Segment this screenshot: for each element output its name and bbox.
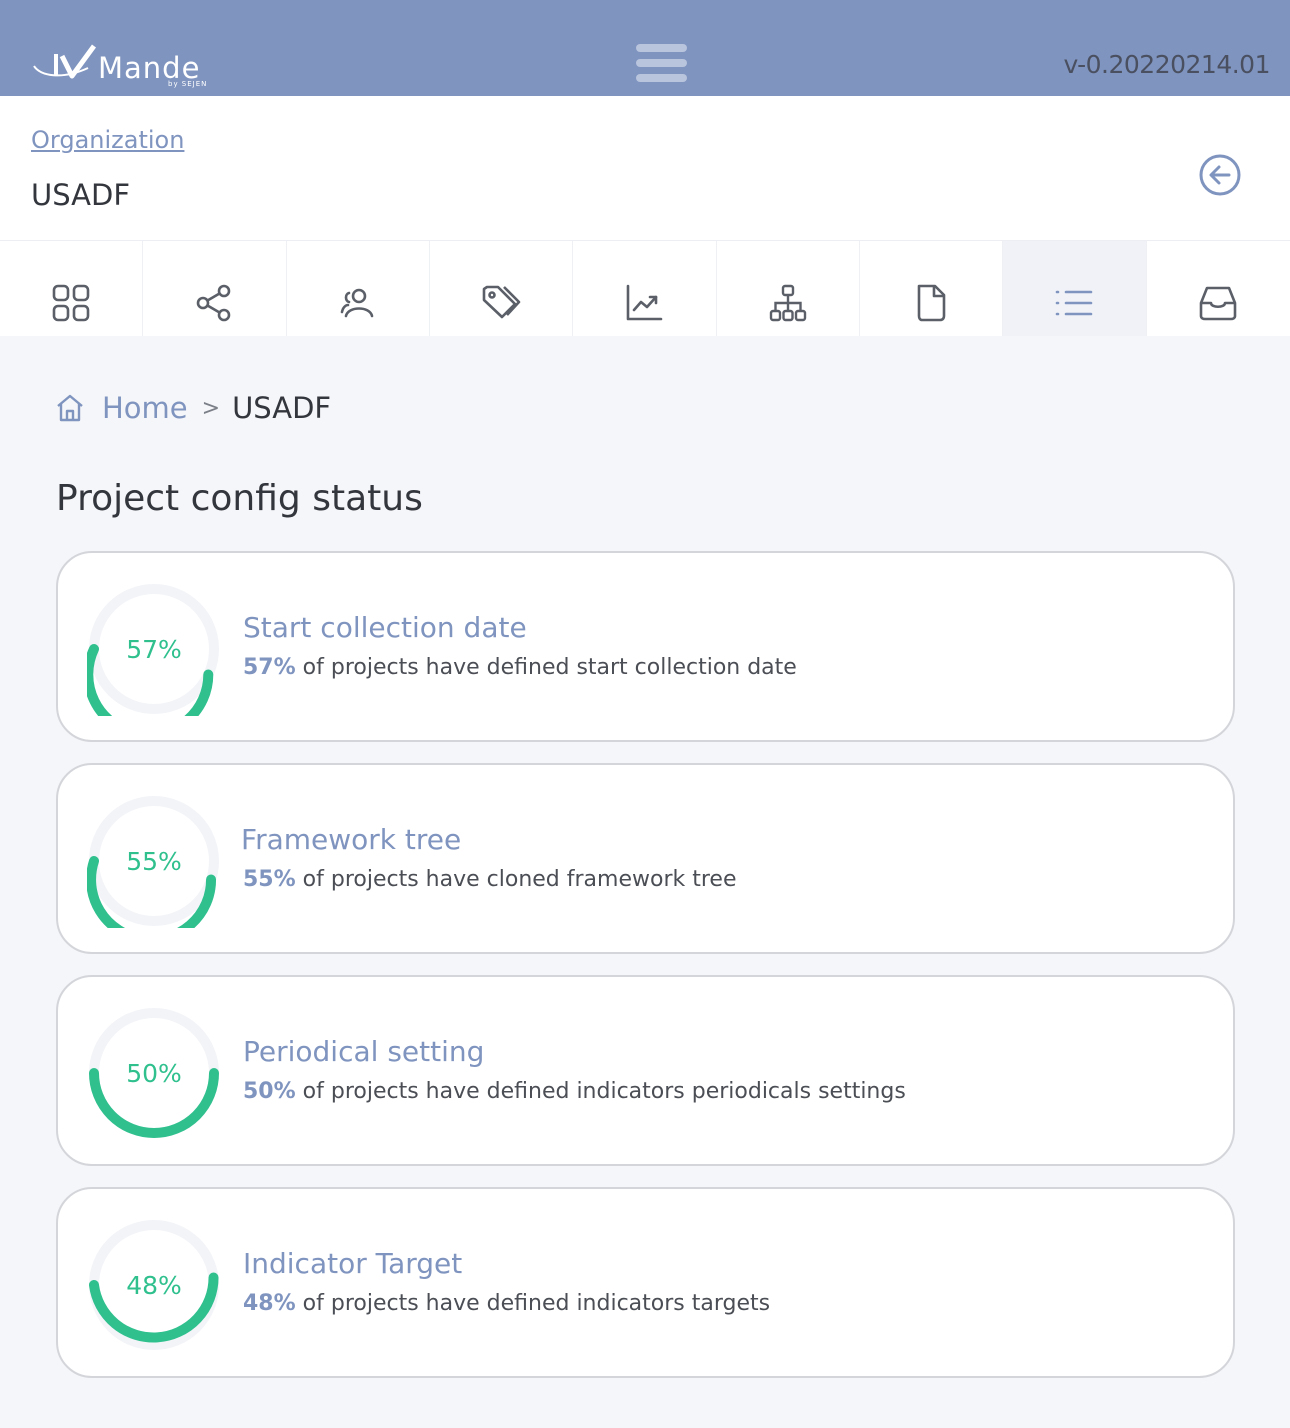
organization-name: USADF (31, 178, 131, 212)
tab-tags[interactable] (430, 241, 574, 336)
logo-mark-icon (33, 44, 97, 79)
card-description-percent: 55% (243, 867, 296, 892)
card-description-text: of projects have defined indicators targ… (295, 1291, 771, 1316)
tab-analytics[interactable] (573, 241, 717, 336)
card-description: 48% of projects have defined indicators … (243, 1291, 770, 1316)
breadcrumb-home-link[interactable]: Home (102, 391, 188, 425)
org-tree-icon (769, 284, 806, 321)
tab-dashboard[interactable] (0, 241, 144, 336)
organization-link[interactable]: Organization (31, 126, 184, 154)
progress-percent: 57% (126, 634, 182, 664)
card-title: Start collection date (243, 611, 527, 644)
tab-users[interactable] (287, 241, 430, 336)
card-title: Indicator Target (243, 1247, 463, 1280)
chart-line-icon (627, 284, 663, 320)
card-description: 55% of projects have cloned framework tr… (243, 867, 736, 892)
tab-documents[interactable] (860, 241, 1004, 336)
arrow-left-circle-icon[interactable] (1198, 153, 1242, 197)
tab-list[interactable] (1003, 241, 1147, 336)
card-description-percent: 50% (243, 1079, 296, 1104)
file-icon (917, 284, 946, 321)
status-card: 50% Periodical setting 50% of projects h… (56, 975, 1235, 1166)
card-description-text: of projects have cloned framework tree (295, 867, 737, 892)
logo-subtext: by SEJEN (168, 80, 208, 88)
users-icon (340, 288, 374, 317)
card-description: 50% of projects have defined indicators … (243, 1079, 906, 1104)
status-card: 57% Start collection date 57% of project… (56, 551, 1235, 742)
tab-share[interactable] (143, 241, 287, 336)
hamburger-icon[interactable] (636, 44, 687, 88)
inbox-icon (1199, 286, 1237, 320)
tab-hierarchy[interactable] (717, 241, 860, 336)
progress-percent: 50% (126, 1058, 182, 1088)
status-card: 48% Indicator Target 48% of projects hav… (56, 1187, 1235, 1378)
tab-inbox[interactable] (1147, 241, 1290, 336)
home-icon[interactable] (55, 393, 85, 423)
section-tabs (0, 241, 1290, 336)
page-title: Project config status (56, 478, 423, 519)
status-card: 55% Framework tree 55% of projects have … (56, 763, 1235, 954)
card-description-text: of projects have defined start collectio… (295, 655, 797, 680)
breadcrumb-separator: > (201, 395, 221, 421)
breadcrumb: Home > USADF (55, 390, 331, 426)
top-bar: Mande by SEJEN v-0.20220214.01 (0, 0, 1290, 96)
card-description-text: of projects have defined indicators peri… (295, 1079, 906, 1104)
progress-percent: 55% (126, 846, 182, 876)
share-icon (197, 284, 231, 321)
card-title: Framework tree (241, 823, 462, 856)
card-description: 57% of projects have defined start colle… (243, 655, 797, 680)
app-logo[interactable]: Mande by SEJEN (32, 42, 222, 92)
card-description-percent: 57% (243, 655, 296, 680)
breadcrumb-current: USADF (232, 391, 332, 425)
card-description-percent: 48% (243, 1291, 296, 1316)
card-title: Periodical setting (243, 1035, 485, 1068)
grid-icon (52, 284, 90, 321)
progress-percent: 48% (126, 1270, 182, 1300)
version-label: v-0.20220214.01 (1063, 50, 1270, 79)
organization-header: Organization USADF (0, 96, 1290, 241)
list-icon (1056, 290, 1093, 315)
tag-icon (482, 285, 521, 318)
